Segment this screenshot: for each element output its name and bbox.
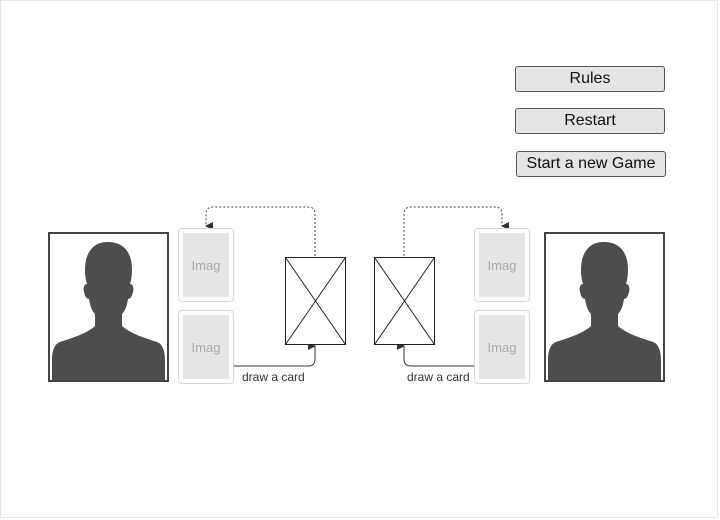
card-image-placeholder: Imag — [183, 315, 229, 379]
card-image-placeholder: Imag — [479, 233, 525, 297]
player-right-card-1[interactable]: Imag — [474, 228, 530, 302]
card-image-placeholder: Imag — [183, 233, 229, 297]
right-draw-caption: draw a card — [407, 370, 470, 384]
player-right-avatar — [544, 232, 665, 382]
left-draw-solid-arrow — [234, 342, 316, 367]
person-silhouette-icon — [548, 242, 661, 380]
player-left-avatar — [48, 232, 169, 382]
player-left-deck[interactable] — [285, 257, 346, 345]
player-left-card-2[interactable]: Imag — [178, 310, 234, 384]
card-image-placeholder: Imag — [479, 315, 525, 379]
player-right-deck[interactable] — [374, 257, 435, 345]
person-silhouette-icon — [52, 242, 165, 380]
player-right-card-2[interactable]: Imag — [474, 310, 530, 384]
player-left-card-1[interactable]: Imag — [178, 228, 234, 302]
left-draw-caption: draw a card — [242, 370, 305, 384]
right-draw-solid-arrow — [397, 342, 474, 367]
